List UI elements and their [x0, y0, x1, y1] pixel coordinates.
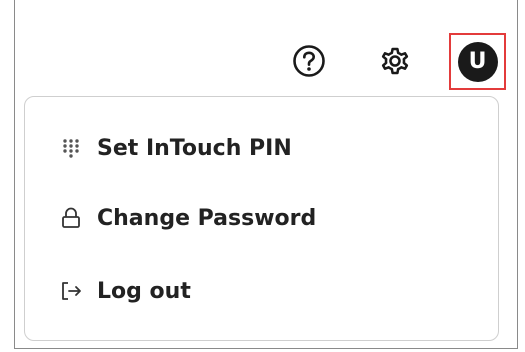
help-button[interactable] [286, 38, 332, 84]
menu-item-label: Set InTouch PIN [97, 135, 292, 161]
lock-icon [59, 206, 83, 230]
help-circle-icon [293, 45, 325, 77]
top-bar: U [0, 0, 525, 96]
keypad-icon [59, 136, 83, 160]
user-menu-dropdown: Set InTouch PIN Change Password Log out [24, 96, 499, 341]
settings-button[interactable] [372, 38, 418, 84]
menu-item-log-out[interactable]: Log out [25, 266, 498, 316]
logout-icon [59, 279, 83, 303]
menu-item-label: Change Password [97, 205, 317, 231]
gear-icon [381, 47, 409, 75]
user-avatar-button[interactable]: U [449, 33, 506, 90]
menu-item-change-password[interactable]: Change Password [25, 193, 498, 243]
menu-item-label: Log out [97, 278, 191, 304]
menu-item-set-intouch-pin[interactable]: Set InTouch PIN [25, 123, 498, 173]
avatar: U [457, 41, 498, 82]
